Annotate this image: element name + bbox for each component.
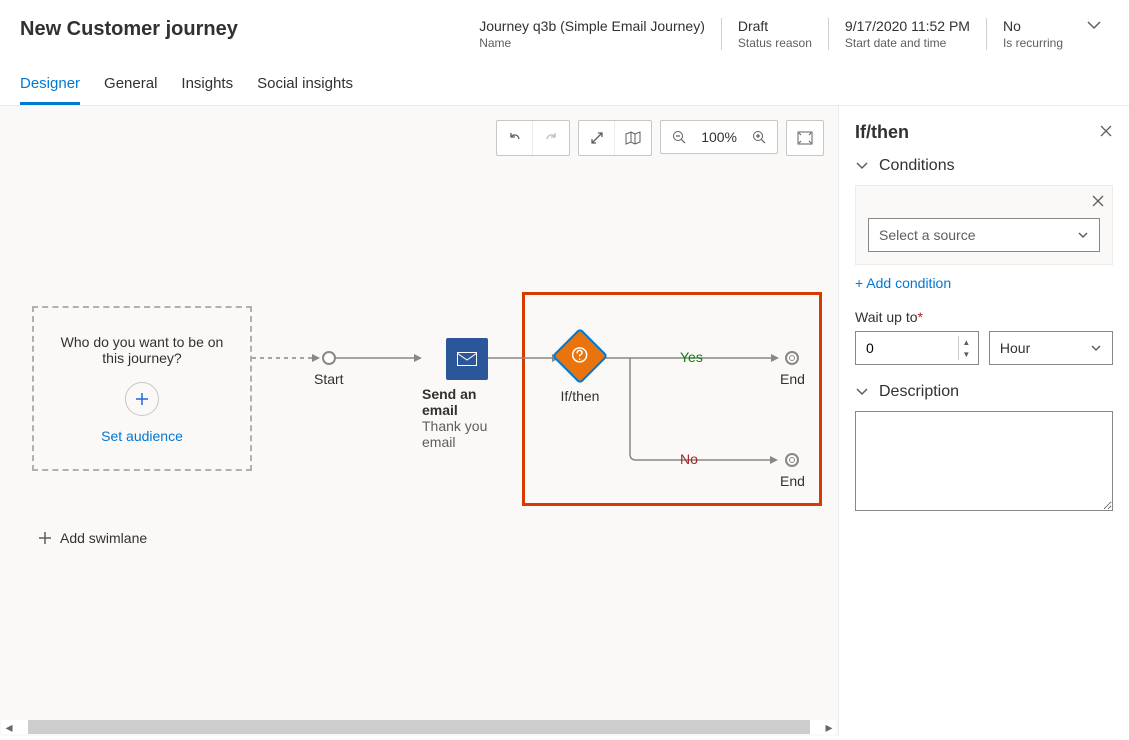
header-name-value: Journey q3b (Simple Email Journey)	[479, 18, 705, 34]
tab-general[interactable]: General	[104, 75, 157, 105]
wait-unit-value: Hour	[1000, 340, 1030, 356]
panel-title: If/then	[855, 122, 909, 143]
chevron-down-icon	[855, 159, 869, 173]
header-recurring-value: No	[1003, 18, 1063, 34]
undo-button[interactable]	[497, 121, 533, 155]
email-icon	[457, 352, 477, 366]
fit-screen-button[interactable]	[787, 121, 823, 155]
chevron-down-icon	[1090, 342, 1102, 354]
select-source-placeholder: Select a source	[879, 227, 976, 243]
zoom-out-icon	[672, 130, 686, 144]
email-node[interactable]: Send an email Thank you email	[422, 338, 512, 450]
description-section-toggle[interactable]: Description	[855, 383, 1113, 401]
wait-value-decrement[interactable]: ▼	[958, 348, 974, 360]
plus-icon	[135, 392, 149, 406]
conditions-section-toggle[interactable]: Conditions	[855, 157, 1113, 175]
redo-button[interactable]	[533, 121, 569, 155]
select-source-dropdown[interactable]: Select a source	[868, 218, 1100, 252]
zoom-in-icon	[752, 130, 766, 144]
panel-close-button[interactable]	[1099, 124, 1113, 141]
tab-insights[interactable]: Insights	[181, 75, 233, 105]
description-section-label: Description	[879, 383, 959, 401]
wait-label-text: Wait up to	[855, 309, 918, 325]
description-textarea[interactable]	[855, 411, 1113, 511]
scroll-right-button[interactable]: ▸	[822, 719, 836, 736]
remove-condition-button[interactable]	[1092, 194, 1104, 210]
map-icon	[625, 131, 641, 145]
wait-value-input[interactable]	[866, 340, 956, 356]
wait-value-increment[interactable]: ▲	[958, 336, 974, 348]
audience-question: Who do you want to be on this journey?	[52, 334, 232, 366]
tab-designer[interactable]: Designer	[20, 75, 80, 105]
chevron-down-icon	[1077, 229, 1089, 241]
wait-unit-dropdown[interactable]: Hour	[989, 331, 1113, 365]
properties-panel: If/then Conditions Select a source + Add…	[839, 106, 1129, 736]
required-asterisk: *	[918, 309, 923, 325]
header-name-label: Name	[479, 36, 705, 50]
set-audience-link[interactable]: Set audience	[101, 428, 183, 444]
start-dot-icon	[322, 351, 336, 365]
end-dot-icon	[785, 453, 799, 467]
ifthen-label: If/then	[561, 388, 600, 404]
wait-label: Wait up to*	[855, 309, 1113, 325]
plus-icon	[38, 531, 52, 545]
start-label: Start	[314, 371, 344, 387]
horizontal-scrollbar[interactable]: ◂ ▸	[2, 720, 836, 734]
end-node-yes[interactable]: End	[780, 351, 805, 387]
conditions-section-label: Conditions	[879, 157, 955, 175]
tab-social-insights[interactable]: Social insights	[257, 75, 353, 105]
fit-icon	[797, 131, 813, 145]
yes-branch-label: Yes	[680, 349, 703, 365]
add-condition-link[interactable]: + Add condition	[855, 275, 1113, 291]
minimap-button[interactable]	[615, 121, 651, 155]
header-start-label: Start date and time	[845, 36, 970, 50]
email-node-title: Send an email	[422, 386, 512, 418]
header-status-label: Status reason	[738, 36, 812, 50]
page-header: New Customer journey Journey q3b (Simple…	[0, 0, 1129, 51]
audience-placeholder: Who do you want to be on this journey? S…	[32, 306, 252, 471]
end-dot-icon	[785, 351, 799, 365]
tab-bar: Designer General Insights Social insight…	[0, 51, 1129, 106]
canvas-toolbar: 100%	[496, 120, 824, 156]
chevron-down-icon	[1087, 18, 1101, 32]
header-fields: Journey q3b (Simple Email Journey) Name …	[463, 18, 1079, 50]
end-label-yes: End	[780, 371, 805, 387]
ifthen-node[interactable]: If/then	[560, 336, 600, 404]
undo-icon	[507, 130, 523, 146]
start-node[interactable]: Start	[314, 351, 344, 387]
header-recurring-label: Is recurring	[1003, 36, 1063, 50]
redo-icon	[543, 130, 559, 146]
add-swimlane-label: Add swimlane	[60, 530, 147, 546]
end-node-no[interactable]: End	[780, 453, 805, 489]
header-start-value: 9/17/2020 11:52 PM	[845, 18, 970, 34]
fullscreen-button[interactable]	[579, 121, 615, 155]
close-icon	[1099, 124, 1113, 138]
header-status-value: Draft	[738, 18, 812, 34]
condition-card: Select a source	[855, 185, 1113, 265]
chevron-down-icon	[855, 385, 869, 399]
scroll-left-button[interactable]: ◂	[2, 719, 16, 736]
add-swimlane-button[interactable]: Add swimlane	[38, 530, 147, 546]
add-audience-button[interactable]	[125, 382, 159, 416]
header-expand-button[interactable]	[1079, 18, 1109, 32]
close-icon	[1092, 195, 1104, 207]
zoom-level: 100%	[697, 129, 741, 145]
expand-icon	[590, 131, 604, 145]
scrollbar-thumb[interactable]	[28, 720, 810, 734]
no-branch-label: No	[680, 451, 698, 467]
condition-icon	[571, 346, 589, 364]
zoom-in-button[interactable]	[741, 120, 777, 154]
page-title: New Customer journey	[20, 18, 463, 41]
zoom-out-button[interactable]	[661, 120, 697, 154]
designer-canvas[interactable]: 100% Who do you want to be on this journ…	[0, 106, 839, 736]
end-label-no: End	[780, 473, 805, 489]
email-node-subtitle: Thank you email	[422, 418, 512, 450]
wait-value-input-wrap: ▲ ▼	[855, 331, 979, 365]
